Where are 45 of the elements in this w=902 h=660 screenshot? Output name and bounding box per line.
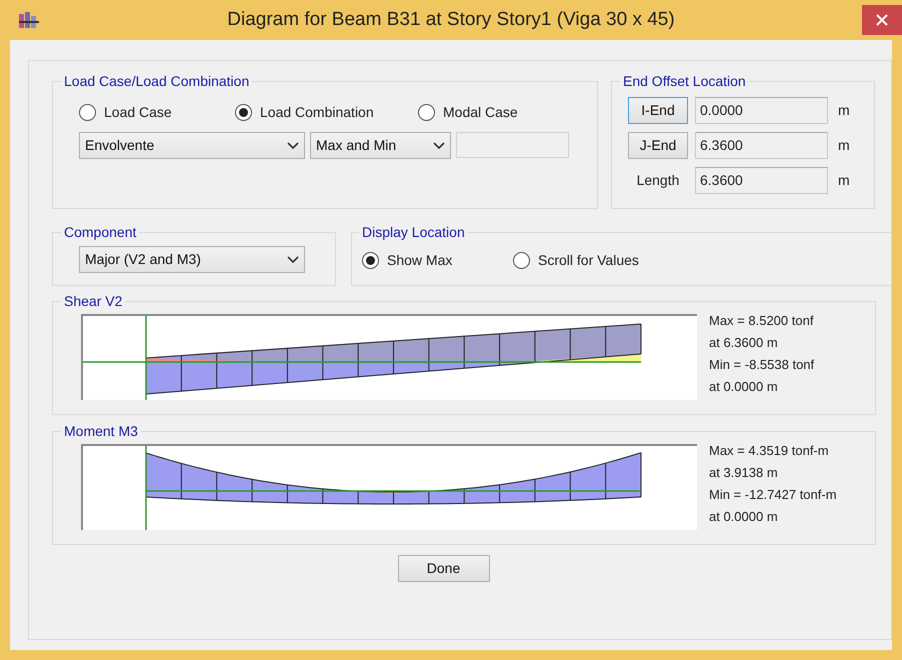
result-text: at 6.3600 m [709,334,779,352]
window-title: Diagram for Beam B31 at Story Story1 (Viga 30 x 45) [226,8,676,32]
group-title: Shear V2 [63,292,124,311]
group-title: End Offset Location [622,72,747,91]
result-text: Max = 8.5200 tonf [709,312,814,330]
group-title: Display Location [361,223,466,242]
offset-field[interactable]: 6.3600 [695,132,828,158]
close-icon [876,14,888,26]
radio-button[interactable] [362,252,379,268]
unit-label: m [838,170,850,190]
mode-dropdown[interactable]: Max and Min [310,132,451,159]
radio-label[interactable]: Load Case [104,102,172,122]
chevron-down-icon [433,142,445,150]
result-text: at 0.0000 m [709,378,779,396]
result-text: Min = -12.7427 tonf-m [709,486,837,504]
end-button[interactable]: J-End [628,132,688,158]
radio-button[interactable] [235,104,252,120]
result-text: at 3.9138 m [709,464,779,482]
done-button[interactable]: Done [398,555,490,582]
radio-label[interactable]: Show Max [387,250,452,270]
field-label: Length [636,170,680,190]
offset-field[interactable]: 0.0000 [695,96,828,124]
group-title: Component [63,223,138,242]
offset-field[interactable]: 6.3600 [695,166,828,194]
group-title: Load Case/Load Combination [63,72,250,91]
radio-label[interactable]: Load Combination [260,102,374,122]
chevron-down-icon [287,256,299,264]
radio-label[interactable]: Modal Case [443,102,518,122]
component-dropdown[interactable]: Major (V2 and M3) [79,246,305,273]
chevron-down-icon [287,142,299,150]
group-title: Moment M3 [63,422,139,441]
result-text: at 0.0000 m [709,508,779,526]
radio-button[interactable] [418,104,435,120]
radio-button[interactable] [79,104,96,120]
result-text: Min = -8.5538 tonf [709,356,814,374]
step-field[interactable] [456,132,569,158]
combination-dropdown[interactable]: Envolvente [79,132,305,159]
radio-label[interactable]: Scroll for Values [538,250,639,270]
result-text: Max = 4.3519 tonf-m [709,442,830,460]
unit-label: m [838,100,850,120]
end-button[interactable]: I-End [628,96,688,124]
app-icon [18,11,40,29]
radio-button[interactable] [513,252,530,268]
close-button[interactable] [862,5,902,35]
unit-label: m [838,136,850,154]
